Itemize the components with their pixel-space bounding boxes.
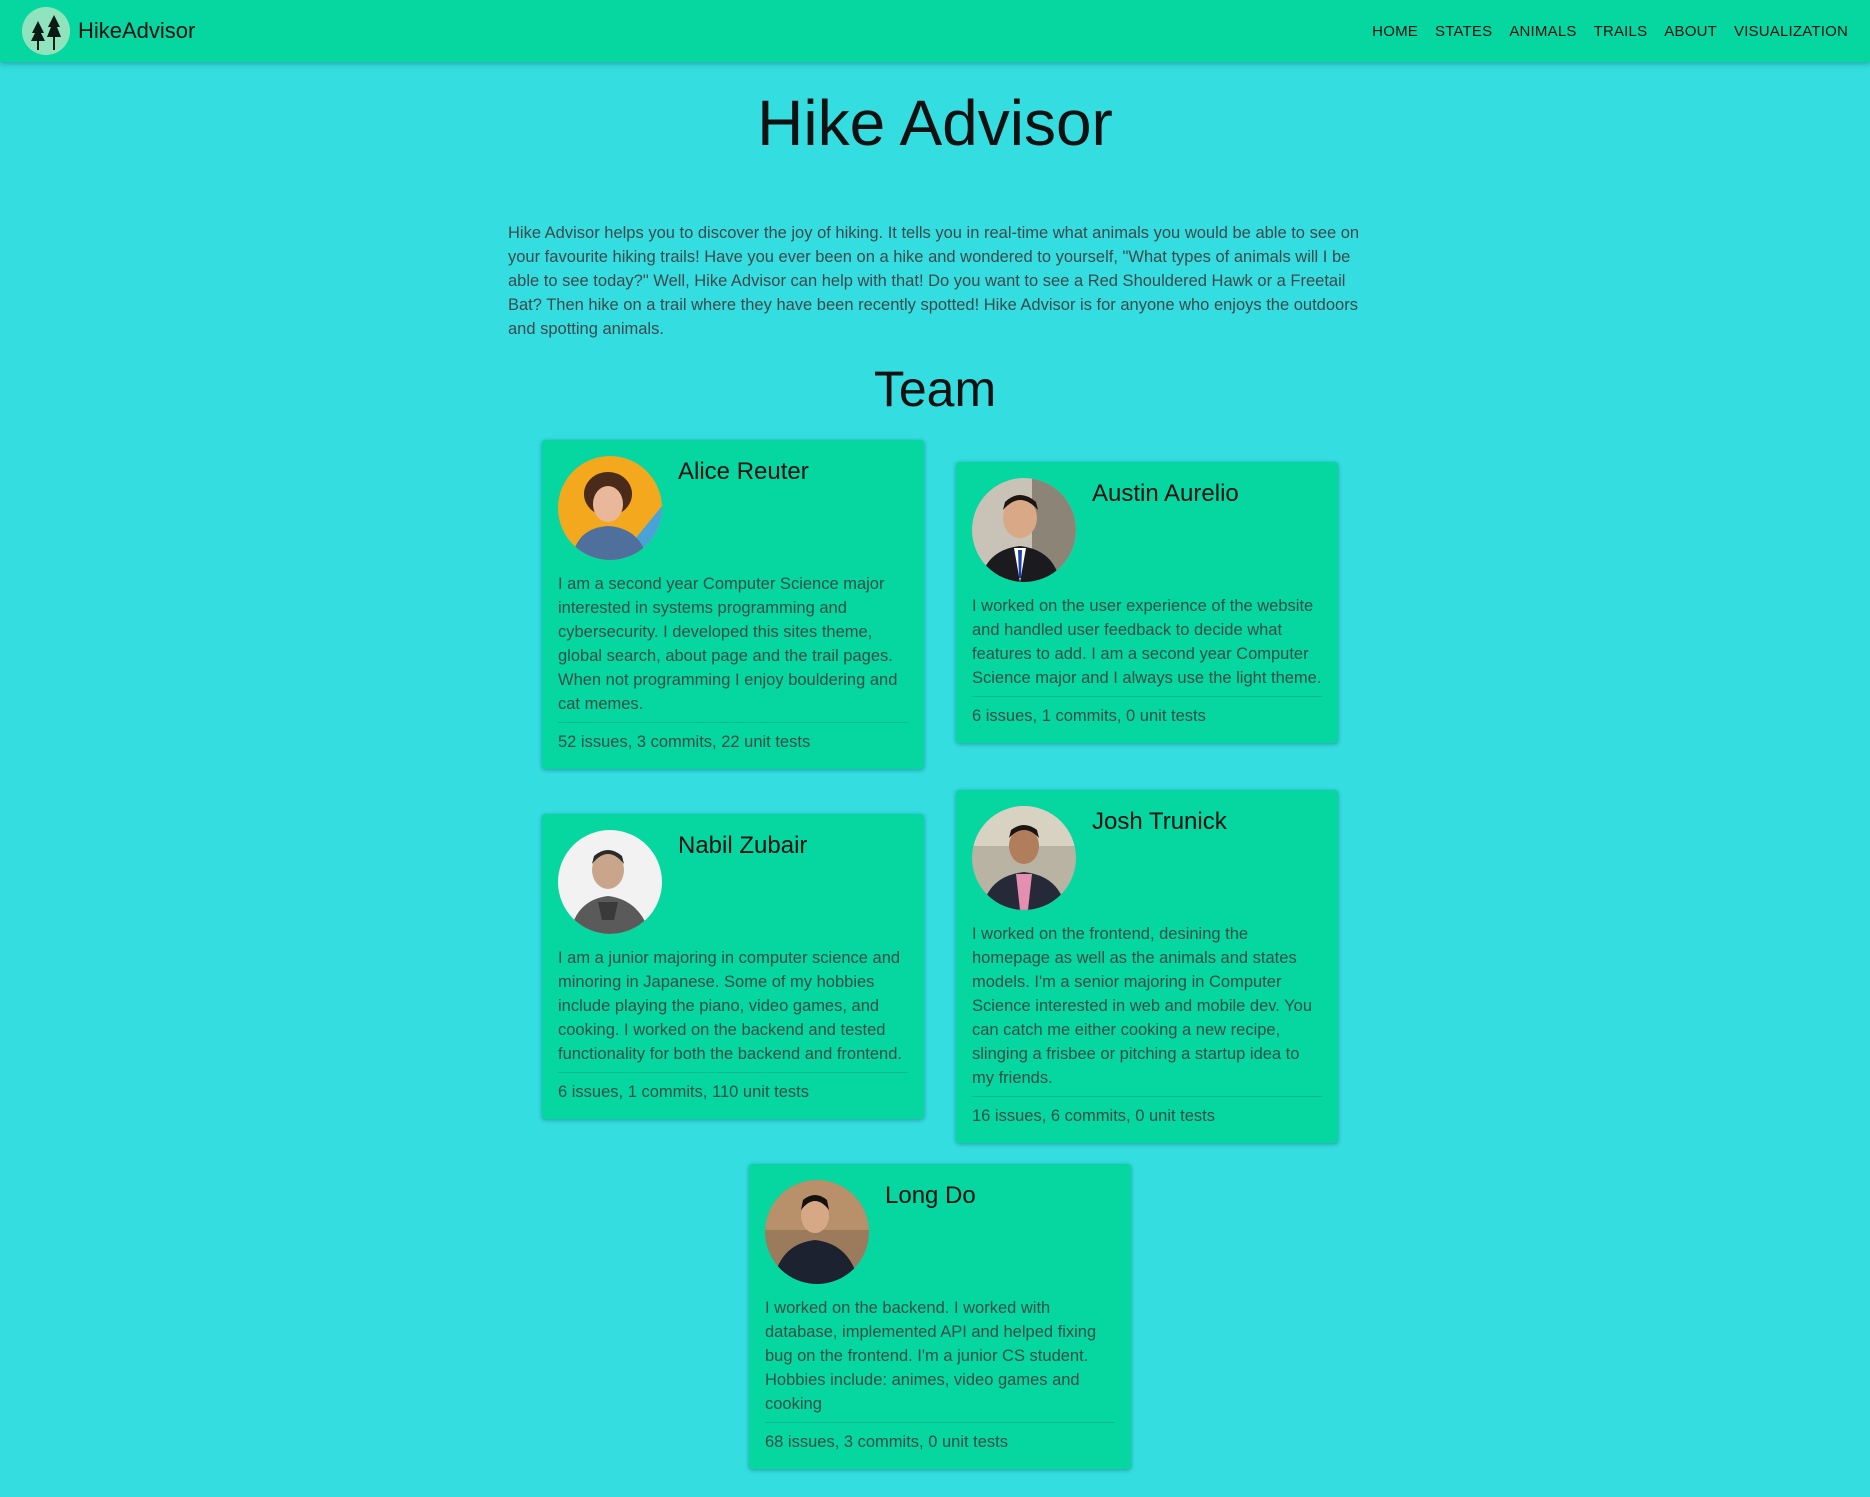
- avatar: [972, 478, 1076, 582]
- member-bio: I worked on the frontend, desining the h…: [972, 925, 1313, 1087]
- nav-link-home[interactable]: HOME: [1372, 23, 1418, 40]
- team-heading: Team: [873, 361, 997, 417]
- profile-photo: [558, 456, 662, 560]
- team-card-alice: Alice Reuter I am a second year Computer…: [542, 440, 924, 769]
- member-stats: 16 issues, 6 commits, 0 unit tests: [972, 1096, 1322, 1143]
- nav-link-visualization[interactable]: VISUALIZATION: [1734, 23, 1848, 40]
- navbar: HikeAdvisor HOME STATES ANIMALS TRAILS A…: [0, 0, 1870, 62]
- nav-link-trails[interactable]: TRAILS: [1594, 23, 1648, 40]
- member-bio: I am a second year Computer Science majo…: [558, 575, 898, 713]
- avatar: [558, 830, 662, 934]
- team-card-austin: Austin Aurelio I worked on the user expe…: [956, 462, 1338, 743]
- brand-name: HikeAdvisor: [78, 18, 196, 43]
- nav-links: HOME STATES ANIMALS TRAILS ABOUT VISUALI…: [1355, 0, 1848, 62]
- avatar: [765, 1180, 869, 1284]
- member-bio: I worked on the user experience of the w…: [972, 597, 1322, 687]
- member-bio: I worked on the backend. I worked with d…: [765, 1299, 1097, 1413]
- member-stats: 68 issues, 3 commits, 0 unit tests: [765, 1422, 1115, 1469]
- avatar: [558, 456, 662, 560]
- profile-photo: [972, 478, 1076, 582]
- navbar-brand[interactable]: HikeAdvisor: [22, 7, 195, 55]
- intro-paragraph: Hike Advisor helps you to discover the j…: [508, 224, 1360, 338]
- pine-trees-logo-icon: [22, 7, 70, 55]
- avatar: [972, 806, 1076, 910]
- member-name: Long Do: [885, 1182, 976, 1209]
- team-card-nabil: Nabil Zubair I am a junior majoring in c…: [542, 814, 924, 1119]
- member-bio: I am a junior majoring in computer scien…: [558, 949, 902, 1063]
- member-name: Austin Aurelio: [1092, 480, 1239, 507]
- member-stats: 6 issues, 1 commits, 110 unit tests: [558, 1072, 908, 1119]
- nav-link-animals[interactable]: ANIMALS: [1509, 23, 1576, 40]
- team-card-long: Long Do I worked on the backend. I worke…: [749, 1164, 1131, 1469]
- nav-link-about[interactable]: ABOUT: [1664, 23, 1717, 40]
- member-stats: 52 issues, 3 commits, 22 unit tests: [558, 722, 908, 769]
- profile-photo: [972, 806, 1076, 910]
- profile-photo: [558, 830, 662, 934]
- member-name: Nabil Zubair: [678, 832, 808, 859]
- member-name: Josh Trunick: [1092, 808, 1227, 835]
- profile-photo: [765, 1180, 869, 1284]
- nav-link-states[interactable]: STATES: [1435, 23, 1492, 40]
- team-card-josh: Josh Trunick I worked on the frontend, d…: [956, 790, 1338, 1143]
- page-title: Hike Advisor: [757, 87, 1113, 159]
- member-name: Alice Reuter: [678, 458, 809, 485]
- member-stats: 6 issues, 1 commits, 0 unit tests: [972, 696, 1322, 743]
